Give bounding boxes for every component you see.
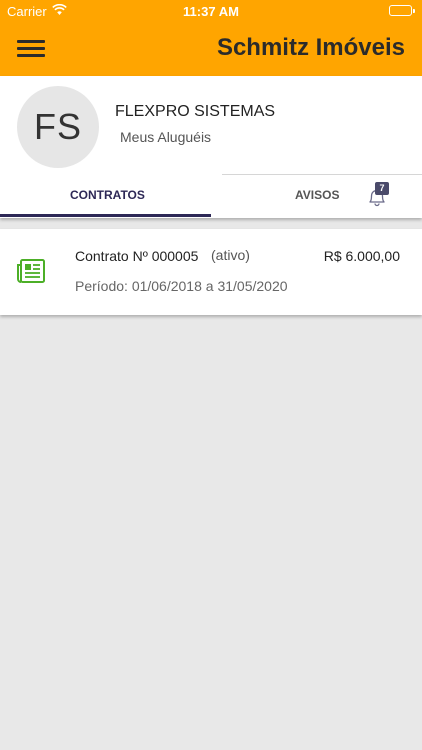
tab-indicator (0, 214, 211, 217)
contract-card[interactable]: Contrato Nº 000005 (ativo) R$ 6.000,00 P… (0, 229, 422, 315)
document-icon (16, 258, 46, 284)
user-name: FLEXPRO SISTEMAS (115, 103, 276, 120)
contract-title: Contrato Nº 000005 (75, 248, 199, 264)
clock: 11:37 AM (183, 4, 239, 19)
tab-avisos[interactable]: AVISOS (295, 188, 339, 202)
avatar: FS (17, 86, 99, 168)
contract-status: (ativo) (211, 247, 250, 263)
notification-badge: 7 (375, 182, 389, 195)
contract-period: Período: 01/06/2018 a 31/05/2020 (75, 278, 288, 294)
divider (222, 174, 422, 175)
contract-value: R$ 6.000,00 (323, 248, 400, 264)
battery-icon (389, 5, 415, 16)
app-bar: Schmitz Imóveis (0, 22, 422, 76)
app-title: Schmitz Imóveis (216, 34, 405, 61)
profile-header: FS FLEXPRO SISTEMAS Meus Aluguéis CONTRA… (0, 76, 422, 218)
tab-contratos[interactable]: CONTRATOS (70, 188, 145, 202)
menu-button[interactable] (17, 38, 45, 60)
status-bar: Carrier 11:37 AM (0, 0, 422, 22)
user-subtitle: Meus Aluguéis (120, 129, 212, 145)
